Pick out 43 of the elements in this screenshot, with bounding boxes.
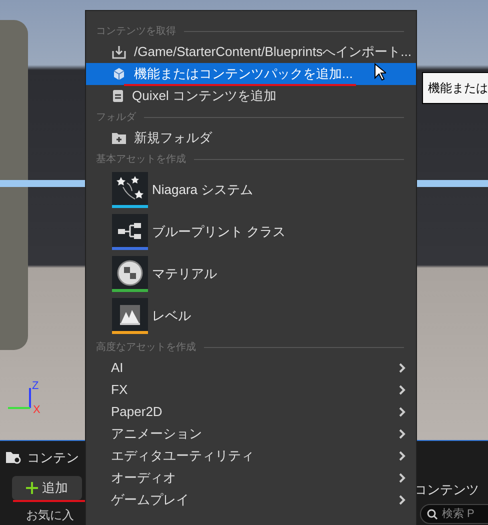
submenu-item[interactable]: エディタユーティリティ	[86, 445, 416, 467]
document-icon	[112, 89, 124, 103]
asset-item[interactable]: ブループリント クラス	[86, 211, 416, 253]
chevron-right-icon	[399, 429, 406, 439]
tooltip: 機能または	[422, 72, 488, 104]
folder-search-icon	[5, 450, 23, 466]
chevron-right-icon	[399, 407, 406, 417]
mouse-cursor-icon	[374, 63, 386, 81]
plus-icon	[26, 482, 38, 494]
section-heading: コンテンツを取得	[96, 24, 176, 38]
node-graph-icon	[116, 220, 144, 240]
search-icon	[427, 508, 438, 520]
asset-item[interactable]: レベル	[86, 295, 416, 337]
menu-item[interactable]: 機能またはコンテンツパックを追加...	[86, 63, 416, 85]
submenu-item[interactable]: アニメーション	[86, 423, 416, 445]
import-icon	[112, 45, 126, 59]
submenu-item[interactable]: AI	[86, 357, 416, 379]
axis-gizmo: Z X	[4, 380, 44, 414]
asset-item[interactable]: マテリアル	[86, 253, 416, 295]
folder-plus-icon	[112, 132, 126, 144]
submenu-item[interactable]: ゲームプレイ	[86, 489, 416, 511]
menu-item[interactable]: 新規フォルダ	[86, 127, 416, 149]
box-icon	[112, 67, 126, 81]
menu-item[interactable]: /Game/StarterContent/Blueprintsへインポート...	[86, 41, 416, 63]
chevron-right-icon	[399, 495, 406, 505]
section-heading: 基本アセットを作成	[96, 152, 186, 166]
chevron-right-icon	[399, 473, 406, 483]
chevron-right-icon	[399, 385, 406, 395]
mountain-icon	[118, 302, 142, 326]
asset-item[interactable]: Niagara システム	[86, 169, 416, 211]
chevron-right-icon	[399, 363, 406, 373]
submenu-item[interactable]: オーディオ	[86, 467, 416, 489]
favorites-label[interactable]: お気に入	[26, 506, 74, 524]
chevron-right-icon	[399, 451, 406, 461]
submenu-item[interactable]: FX	[86, 379, 416, 401]
tab-label[interactable]: コンテン	[27, 448, 79, 468]
menu-item[interactable]: Quixel コンテンツを追加	[86, 85, 416, 107]
section-heading: 高度なアセットを作成	[96, 340, 196, 354]
search-field[interactable]: 検索 P	[420, 504, 488, 524]
section-heading: フォルダ	[96, 110, 136, 124]
add-button[interactable]: 追加	[12, 476, 82, 500]
checker-sphere-icon	[117, 260, 143, 286]
submenu-item[interactable]: Paper2D	[86, 401, 416, 423]
